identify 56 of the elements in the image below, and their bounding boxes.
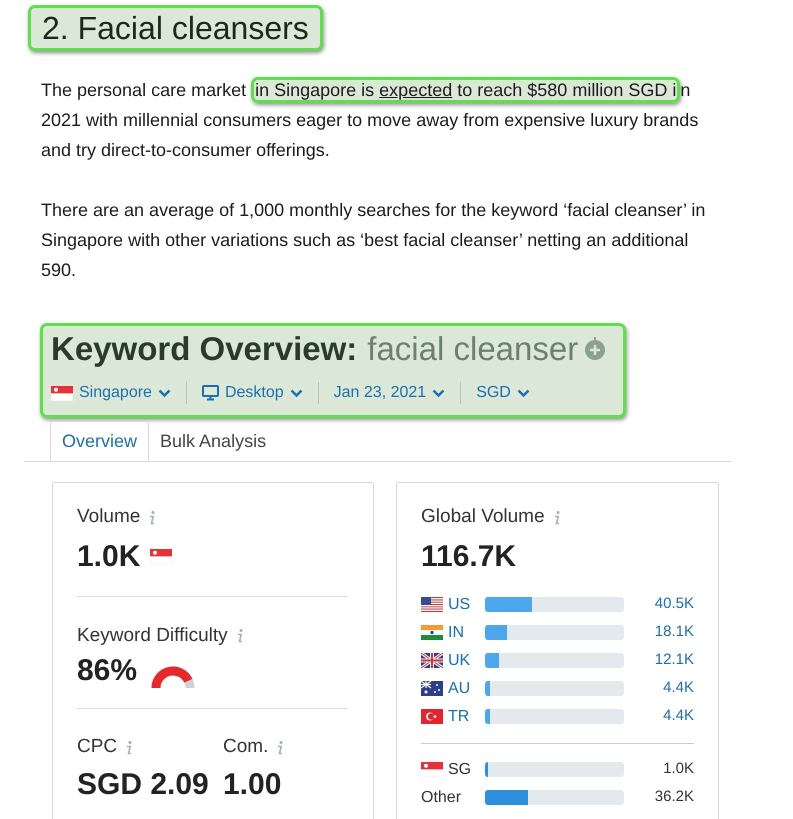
difficulty-gauge: [149, 664, 198, 690]
metric-label: CPC: [77, 735, 118, 759]
country-code: US: [448, 594, 470, 614]
country-volume: 36.2K: [654, 787, 694, 808]
flag-icon: [51, 386, 73, 400]
country-volume[interactable]: 18.1K: [654, 621, 694, 644]
country-volume: 1.0K: [663, 759, 694, 780]
country-volume[interactable]: 4.4K: [663, 677, 694, 700]
flag-icon: [421, 625, 443, 640]
filter-dropdown[interactable]: Jan 23, 2021: [334, 381, 446, 405]
info-icon[interactable]: [125, 740, 134, 755]
filter-dropdown[interactable]: Desktop: [202, 381, 303, 405]
metric-value: 1.00: [223, 768, 282, 800]
info-icon[interactable]: [552, 510, 561, 525]
metric-label: Keyword Difficulty: [77, 624, 228, 648]
metric-value: SGD 2.09: [77, 768, 209, 800]
body-paragraph: The personal care market in Singapore is expected to reach $580 million SGD i n 2021 with millennial consumers eager to move away from expensive luxury brands and try direct-to-consumer offerings.: [41, 75, 709, 165]
flag-icon: [421, 762, 443, 777]
country-volume[interactable]: 12.1K: [654, 649, 694, 672]
country-code: Other: [421, 788, 462, 808]
keyword-overview-title: Keyword Overview:: [51, 329, 358, 369]
country-volume[interactable]: 4.4K: [663, 705, 694, 728]
info-icon[interactable]: [276, 740, 284, 755]
monitor-icon: [202, 385, 219, 401]
country-code: UK: [448, 650, 470, 670]
tab[interactable]: Overview: [50, 421, 150, 461]
keyword-text: facial cleanser: [367, 329, 578, 369]
info-icon[interactable]: [236, 628, 244, 644]
country-code: TR: [448, 706, 470, 726]
flag-icon: [421, 597, 443, 612]
metric-label: Volume: [77, 505, 140, 529]
country-volume[interactable]: 40.5K: [654, 593, 694, 616]
section-heading: 2. Facial cleansers: [28, 5, 323, 51]
flag-icon: [421, 681, 443, 696]
country-code: AU: [448, 678, 470, 698]
info-icon[interactable]: [148, 510, 156, 525]
metric-value: 116.7K: [421, 538, 518, 574]
chevron-down-icon: [516, 388, 530, 398]
flag-icon: [421, 653, 443, 668]
metric-label: Com.: [223, 735, 268, 759]
metric-label: Global Volume: [421, 505, 545, 529]
country-code: SG: [448, 760, 472, 780]
expected-link[interactable]: expected: [379, 80, 452, 100]
add-icon[interactable]: [584, 336, 606, 362]
country-code: IN: [448, 622, 464, 642]
chevron-down-icon: [158, 388, 171, 398]
chevron-down-icon: [290, 388, 303, 398]
chevron-down-icon: [432, 388, 446, 398]
body-paragraph: There are an average of 1,000 monthly searches for the keyword ‘facial cleanser’ in Singapore with other variations such as ‘best facial cleanser’ netting an additional 590.: [41, 199, 706, 282]
tab[interactable]: Bulk Analysis: [149, 421, 278, 461]
metric-value: 86%: [77, 653, 138, 689]
flag-icon: [421, 709, 443, 724]
flag-icon: [150, 548, 172, 564]
metric-value: 1.0K: [77, 538, 140, 574]
filter-dropdown[interactable]: Singapore: [51, 381, 171, 405]
filter-dropdown[interactable]: SGD: [476, 381, 530, 405]
